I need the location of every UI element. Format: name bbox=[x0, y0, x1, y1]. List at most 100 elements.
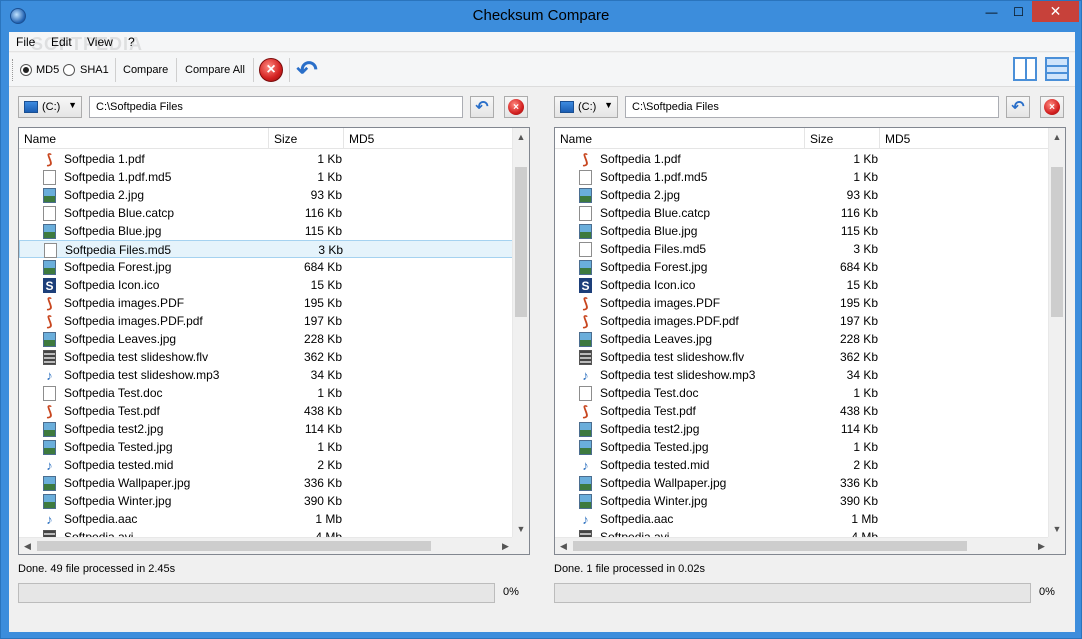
file-row[interactable]: Softpedia Test.doc 1 Kb bbox=[555, 384, 1050, 402]
scroll-left-icon[interactable]: ◀ bbox=[19, 538, 36, 554]
file-row[interactable]: ♪ Softpedia tested.mid 2 Kb bbox=[19, 456, 514, 474]
file-row[interactable]: Softpedia Test.doc 1 Kb bbox=[19, 384, 514, 402]
file-row[interactable]: Softpedia test slideshow.flv 362 Kb bbox=[555, 348, 1050, 366]
toolbar-grip[interactable] bbox=[12, 59, 15, 81]
menu-help[interactable]: ? bbox=[128, 35, 135, 49]
file-row[interactable]: Softpedia.avi 4 Mb bbox=[19, 528, 514, 537]
md5-label[interactable]: MD5 bbox=[36, 64, 59, 76]
column-size[interactable]: Size bbox=[805, 128, 880, 149]
menu-bar: SOFTPEDIA File Edit View ? bbox=[9, 32, 1075, 54]
scroll-thumb[interactable] bbox=[1051, 167, 1063, 317]
file-row[interactable]: ⟆ Softpedia 1.pdf 1 Kb bbox=[19, 150, 514, 168]
scroll-thumb[interactable] bbox=[573, 541, 967, 551]
file-row[interactable]: Softpedia test2.jpg 114 Kb bbox=[19, 420, 514, 438]
file-row[interactable]: ♪ Softpedia test slideshow.mp3 34 Kb bbox=[19, 366, 514, 384]
file-row[interactable]: Softpedia Leaves.jpg 228 Kb bbox=[19, 330, 514, 348]
right-file-list[interactable]: Name Size MD5 ⟆ Softpedia 1.pdf 1 Kb Softpe… bbox=[554, 127, 1066, 555]
column-md5[interactable]: MD5 bbox=[880, 128, 1050, 149]
vertical-scrollbar[interactable]: ▲ ▼ bbox=[1048, 128, 1065, 537]
file-row[interactable]: Softpedia 1.pdf.md5 1 Kb bbox=[555, 168, 1050, 186]
file-row[interactable]: Softpedia 1.pdf.md5 1 Kb bbox=[19, 168, 514, 186]
right-refresh-button[interactable]: ↶ bbox=[1006, 96, 1030, 118]
title-bar[interactable]: Checksum Compare — ☐ ✕ bbox=[1, 1, 1081, 32]
horizontal-scrollbar[interactable]: ◀ ▶ bbox=[555, 537, 1050, 554]
file-row[interactable]: ♪ Softpedia tested.mid 2 Kb bbox=[555, 456, 1050, 474]
right-drive-select[interactable]: (C:) ▼ bbox=[554, 96, 618, 118]
scroll-up-icon[interactable]: ▲ bbox=[513, 128, 529, 145]
file-row[interactable]: Softpedia Blue.catcp 116 Kb bbox=[555, 204, 1050, 222]
file-row[interactable]: ♪ Softpedia test slideshow.mp3 34 Kb bbox=[555, 366, 1050, 384]
compare-all-button[interactable]: Compare All bbox=[185, 64, 245, 76]
file-row[interactable]: ♪ Softpedia.aac 1 Mb bbox=[19, 510, 514, 528]
file-row[interactable]: Softpedia Wallpaper.jpg 336 Kb bbox=[555, 474, 1050, 492]
file-row[interactable]: ⟆ Softpedia Test.pdf 438 Kb bbox=[19, 402, 514, 420]
file-row[interactable]: Softpedia 2.jpg 93 Kb bbox=[555, 186, 1050, 204]
file-row[interactable]: Softpedia Winter.jpg 390 Kb bbox=[19, 492, 514, 510]
vertical-scrollbar[interactable]: ▲ ▼ bbox=[512, 128, 529, 537]
left-clear-button[interactable]: × bbox=[504, 96, 528, 118]
side-by-side-layout-icon[interactable] bbox=[1013, 57, 1037, 81]
file-row[interactable]: S Softpedia Icon.ico 15 Kb bbox=[555, 276, 1050, 294]
sha1-label[interactable]: SHA1 bbox=[80, 64, 109, 76]
scroll-down-icon[interactable]: ▼ bbox=[1049, 520, 1065, 537]
column-size[interactable]: Size bbox=[269, 128, 344, 149]
file-name: Softpedia 2.jpg bbox=[600, 188, 681, 202]
scroll-left-icon[interactable]: ◀ bbox=[555, 538, 572, 554]
image-icon bbox=[579, 440, 592, 455]
maximize-button[interactable]: ☐ bbox=[1005, 1, 1032, 22]
file-row[interactable]: ⟆ Softpedia images.PDF.pdf 197 Kb bbox=[555, 312, 1050, 330]
column-name[interactable]: Name bbox=[555, 128, 805, 149]
scroll-up-icon[interactable]: ▲ bbox=[1049, 128, 1065, 145]
menu-file[interactable]: File bbox=[16, 35, 35, 49]
file-row[interactable]: ⟆ Softpedia images.PDF.pdf 197 Kb bbox=[19, 312, 514, 330]
scroll-thumb[interactable] bbox=[37, 541, 431, 551]
file-name: Softpedia.aac bbox=[600, 512, 674, 526]
file-row[interactable]: Softpedia.avi 4 Mb bbox=[555, 528, 1050, 537]
stop-icon[interactable]: × bbox=[259, 58, 283, 82]
menu-edit[interactable]: Edit bbox=[51, 35, 72, 49]
file-row[interactable]: Softpedia Tested.jpg 1 Kb bbox=[19, 438, 514, 456]
file-row[interactable]: ⟆ Softpedia images.PDF 195 Kb bbox=[19, 294, 514, 312]
column-name[interactable]: Name bbox=[19, 128, 269, 149]
file-row[interactable]: Softpedia Blue.jpg 115 Kb bbox=[555, 222, 1050, 240]
stacked-layout-icon[interactable] bbox=[1045, 57, 1069, 81]
file-row[interactable]: Softpedia test slideshow.flv 362 Kb bbox=[19, 348, 514, 366]
file-row[interactable]: Softpedia Wallpaper.jpg 336 Kb bbox=[19, 474, 514, 492]
horizontal-scrollbar[interactable]: ◀ ▶ bbox=[19, 537, 514, 554]
file-row[interactable]: Softpedia Blue.catcp 116 Kb bbox=[19, 204, 514, 222]
file-row[interactable]: Softpedia Winter.jpg 390 Kb bbox=[555, 492, 1050, 510]
scroll-thumb[interactable] bbox=[515, 167, 527, 317]
left-path-input[interactable] bbox=[89, 96, 463, 118]
menu-view[interactable]: View bbox=[87, 35, 113, 49]
left-refresh-button[interactable]: ↶ bbox=[470, 96, 494, 118]
minimize-button[interactable]: — bbox=[978, 1, 1005, 22]
file-row[interactable]: ⟆ Softpedia images.PDF 195 Kb bbox=[555, 294, 1050, 312]
file-size: 114 Kb bbox=[840, 422, 878, 436]
file-row[interactable]: ⟆ Softpedia Test.pdf 438 Kb bbox=[555, 402, 1050, 420]
file-row[interactable]: Softpedia Tested.jpg 1 Kb bbox=[555, 438, 1050, 456]
file-row[interactable]: Softpedia Leaves.jpg 228 Kb bbox=[555, 330, 1050, 348]
left-drive-select[interactable]: (C:) ▼ bbox=[18, 96, 82, 118]
file-row[interactable]: ⟆ Softpedia 1.pdf 1 Kb bbox=[555, 150, 1050, 168]
right-clear-button[interactable]: × bbox=[1040, 96, 1064, 118]
file-name: Softpedia Test.doc bbox=[64, 386, 163, 400]
file-row[interactable]: Softpedia test2.jpg 114 Kb bbox=[555, 420, 1050, 438]
right-path-input[interactable] bbox=[625, 96, 999, 118]
file-row[interactable]: Softpedia 2.jpg 93 Kb bbox=[19, 186, 514, 204]
file-name: Softpedia test2.jpg bbox=[64, 422, 164, 436]
file-row[interactable]: Softpedia Files.md5 3 Kb bbox=[555, 240, 1050, 258]
file-row[interactable]: Softpedia Blue.jpg 115 Kb bbox=[19, 222, 514, 240]
reset-icon[interactable]: ↶ bbox=[293, 55, 321, 85]
left-file-list[interactable]: Name Size MD5 ⟆ Softpedia 1.pdf 1 Kb Softpe… bbox=[18, 127, 530, 555]
file-row[interactable]: Softpedia Forest.jpg 684 Kb bbox=[555, 258, 1050, 276]
compare-button[interactable]: Compare bbox=[123, 64, 168, 76]
scroll-down-icon[interactable]: ▼ bbox=[513, 520, 529, 537]
file-row[interactable]: Softpedia Forest.jpg 684 Kb bbox=[19, 258, 514, 276]
file-row[interactable]: S Softpedia Icon.ico 15 Kb bbox=[19, 276, 514, 294]
md5-radio[interactable] bbox=[20, 64, 32, 76]
file-row[interactable]: ♪ Softpedia.aac 1 Mb bbox=[555, 510, 1050, 528]
column-md5[interactable]: MD5 bbox=[344, 128, 514, 149]
sha1-radio[interactable] bbox=[63, 64, 75, 76]
close-button[interactable]: ✕ bbox=[1032, 1, 1079, 22]
file-row[interactable]: Softpedia Files.md5 3 Kb bbox=[19, 240, 514, 258]
